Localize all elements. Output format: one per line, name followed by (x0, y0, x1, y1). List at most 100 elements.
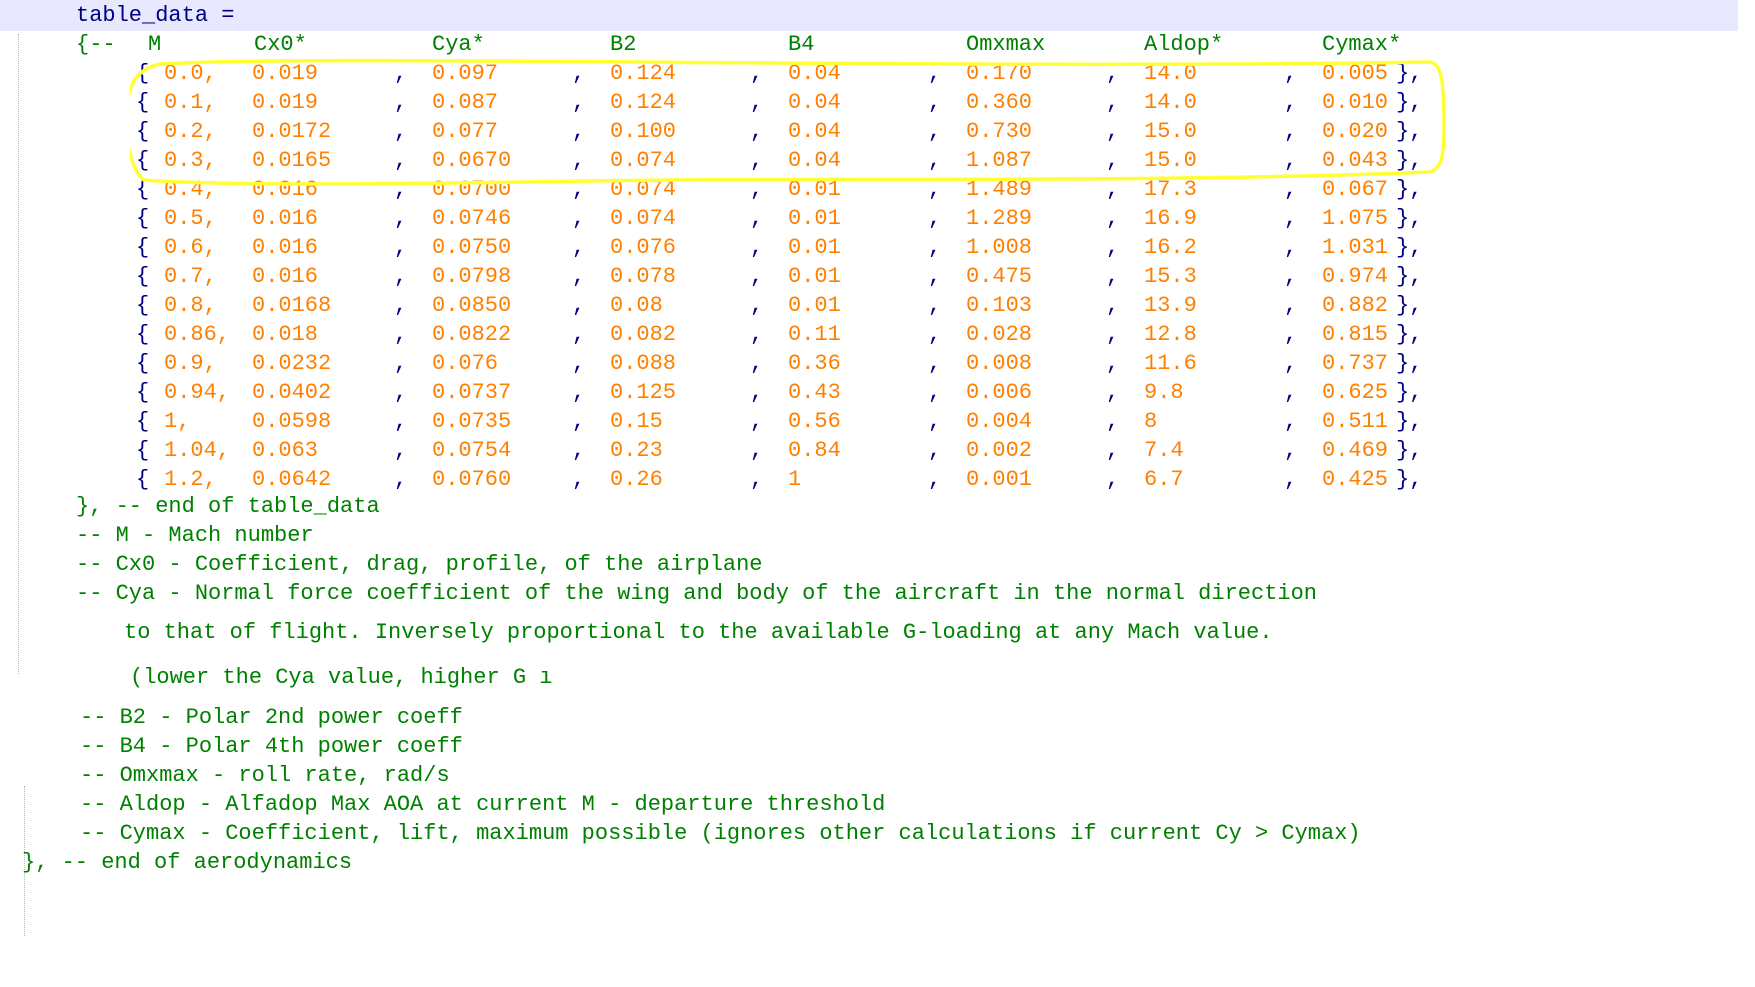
cell-cx0: 0.0168 (252, 293, 332, 318)
comma-separator: , (394, 264, 408, 289)
comma-separator: , (750, 322, 764, 347)
comma-separator: , (750, 90, 764, 115)
cell-omxmax: 0.360 (966, 90, 1033, 115)
row-open-brace: { (136, 322, 150, 347)
cell-cya: 0.0754 (432, 438, 512, 463)
cell-cx0: 0.0165 (252, 148, 332, 173)
cell-cymax: 0.974 (1322, 264, 1389, 289)
table-row: {0.9, 0.0232 0.076 0.088 0.36 0.008 11.6 0.737,… (136, 350, 1436, 378)
table-row: {1.04, 0.063 0.0754 0.23 0.84 0.002 7.4 0.469,,… (136, 437, 1436, 465)
cell-b4: 0.36 (788, 351, 841, 376)
comma-separator: , (394, 148, 408, 173)
comma-separator: , (1284, 351, 1298, 376)
cell-cymax: 0.511 (1322, 409, 1389, 434)
header-comment-line: {-- M Cx0* Cya* B2 B4 Omxmax Aldop* Cyma… (76, 31, 1516, 59)
comma-separator: , (572, 119, 586, 144)
comma-separator: , (750, 264, 764, 289)
comma-separator: , (1284, 467, 1298, 492)
row-close-brace: }, (1396, 293, 1423, 318)
comma-separator: , (928, 61, 942, 86)
cell-m: 0.0, (164, 61, 217, 86)
cell-m: 0.3, (164, 148, 217, 173)
row-close-brace: }, (1396, 177, 1423, 202)
cell-b2: 0.078 (610, 264, 677, 289)
row-close-brace: }, (1396, 322, 1423, 347)
cell-cymax: 0.815 (1322, 322, 1389, 347)
cell-m: 0.8, (164, 293, 217, 318)
comma-separator: , (1106, 264, 1120, 289)
cell-cx0: 0.063 (252, 438, 319, 463)
cell-b4: 0.04 (788, 148, 841, 173)
table-row: {0.3, 0.0165 0.0670 0.074 0.04 1.087 15.0 0.043… (136, 147, 1436, 175)
row-close-brace: }, (1396, 119, 1423, 144)
comment-cya-note: (lower the Cya value, higher G ı (130, 665, 553, 690)
cell-b2: 0.100 (610, 119, 677, 144)
end-aerodynamics-comment: }, -- end of aerodynamics (22, 850, 353, 875)
cell-b2: 0.124 (610, 61, 677, 86)
cell-omxmax: 0.001 (966, 467, 1033, 492)
cell-cya: 0.097 (432, 61, 499, 86)
cell-omxmax: 0.103 (966, 293, 1033, 318)
comma-separator: , (394, 322, 408, 347)
comment-aldop: -- Aldop - Alfadop Max AOA at current M … (80, 792, 886, 817)
header-col-b4: B4 (788, 32, 815, 57)
cell-cymax: 0.425 (1322, 467, 1389, 492)
comma-separator: , (1284, 90, 1298, 115)
cell-b2: 0.23 (610, 438, 663, 463)
comma-separator: , (394, 351, 408, 376)
cell-m: 0.1, (164, 90, 217, 115)
comma-separator: , (928, 90, 942, 115)
row-open-brace: { (136, 438, 150, 463)
comma-separator: , (394, 293, 408, 318)
comma-separator: , (572, 235, 586, 260)
cell-b4: 0.04 (788, 119, 841, 144)
cell-aldop: 7.4 (1144, 438, 1184, 463)
comma-separator: , (928, 438, 942, 463)
comma-separator: , (394, 61, 408, 86)
comma-separator: , (1106, 467, 1120, 492)
indent-guide (18, 34, 19, 674)
header-col-aldop: Aldop* (1144, 32, 1224, 57)
comma-separator: , (394, 380, 408, 405)
table-row: {0.8, 0.0168 0.0850 0.08 0.01 0.103 13.9 0.882,… (136, 292, 1436, 320)
comma-separator: , (1284, 322, 1298, 347)
comma-separator: , (1284, 119, 1298, 144)
cell-m: 1.2, (164, 467, 217, 492)
row-open-brace: { (136, 119, 150, 144)
row-close-brace: }, (1396, 235, 1423, 260)
comma-separator: , (572, 206, 586, 231)
comma-separator: , (928, 322, 942, 347)
cell-cymax: 0.469 (1322, 438, 1389, 463)
comma-separator: , (572, 293, 586, 318)
cell-cx0: 0.019 (252, 90, 319, 115)
cell-cx0: 0.016 (252, 264, 319, 289)
cell-omxmax: 0.004 (966, 409, 1033, 434)
comma-separator: , (1284, 206, 1298, 231)
row-close-brace: }, (1396, 409, 1423, 434)
cell-b2: 0.26 (610, 467, 663, 492)
cell-aldop: 16.9 (1144, 206, 1197, 231)
cell-b4: 0.04 (788, 90, 841, 115)
cell-cya: 0.0798 (432, 264, 512, 289)
row-open-brace: { (136, 148, 150, 173)
cell-cya: 0.0737 (432, 380, 512, 405)
row-close-brace: }, (1396, 90, 1423, 115)
comma-separator: , (1106, 322, 1120, 347)
row-close-brace: }, (1396, 438, 1423, 463)
table-data-assignment: table_data = (76, 3, 235, 28)
comma-separator: , (572, 467, 586, 492)
header-col-m: M (148, 32, 162, 57)
cell-b2: 0.08 (610, 293, 663, 318)
comma-separator: , (1106, 351, 1120, 376)
row-open-brace: { (136, 467, 150, 492)
table-row: {0.86, 0.018 0.0822 0.082 0.11 0.028 12.8 0.815… (136, 321, 1436, 349)
current-line-highlight (0, 0, 1738, 31)
row-close-brace: }, (1396, 264, 1423, 289)
cell-cya: 0.0850 (432, 293, 512, 318)
cell-cymax: 0.010 (1322, 90, 1389, 115)
cell-cx0: 0.0402 (252, 380, 332, 405)
cell-b4: 0.01 (788, 177, 841, 202)
cell-b4: 0.56 (788, 409, 841, 434)
cell-cymax: 0.043 (1322, 148, 1389, 173)
cell-b4: 0.84 (788, 438, 841, 463)
